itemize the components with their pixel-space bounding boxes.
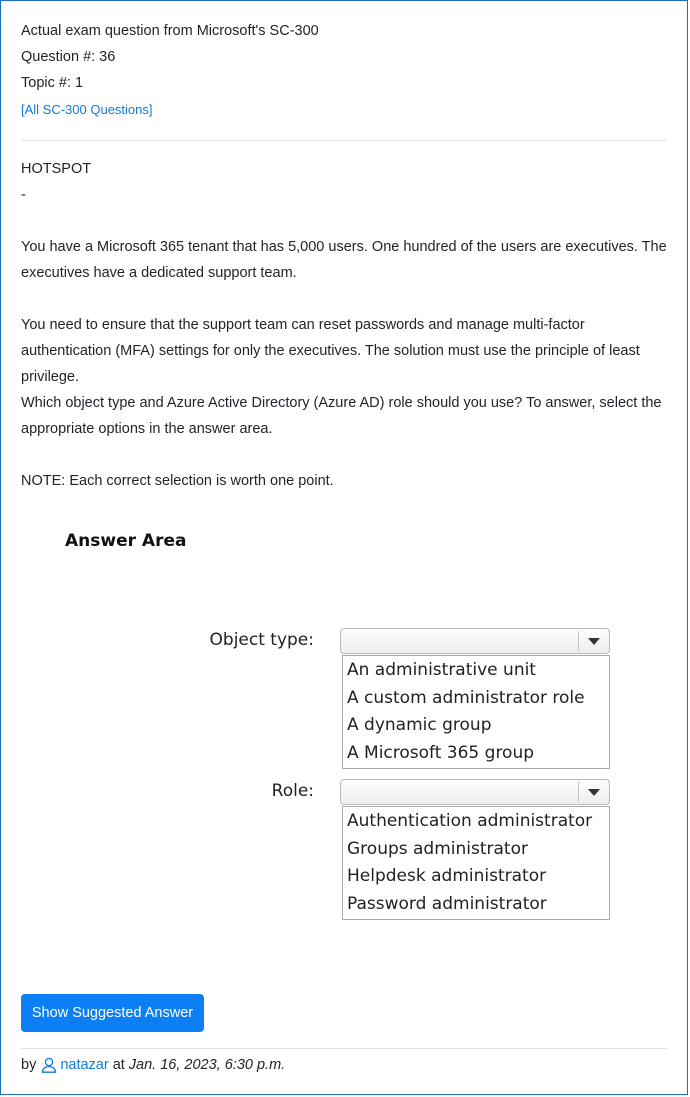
role-label: Role: — [271, 781, 314, 801]
exam-title: Actual exam question from Microsoft's SC… — [21, 23, 319, 39]
question-type: HOTSPOT — [21, 161, 92, 177]
username-link[interactable]: natazar — [60, 1057, 108, 1073]
question-paragraph: You have a Microsoft 365 tenant that has… — [21, 239, 667, 281]
show-suggested-answer-button[interactable]: Show Suggested Answer — [21, 994, 204, 1032]
role-options: Authentication administrator Groups admi… — [342, 806, 610, 920]
answer-area-title: Answer Area — [65, 531, 187, 551]
answer-area-image: Answer Area Object type: An administrati… — [21, 513, 671, 933]
user-icon — [42, 1057, 57, 1073]
question-number: Question #: 36 — [21, 49, 116, 65]
divider — [21, 1048, 667, 1049]
role-option[interactable]: Password administrator — [347, 891, 609, 919]
question-card: Actual exam question from Microsoft's SC… — [0, 0, 688, 1095]
object-type-label: Object type: — [209, 630, 314, 650]
dropdown-separator — [578, 782, 579, 802]
object-type-option[interactable]: A Microsoft 365 group — [347, 740, 609, 768]
question-note: NOTE: Each correct selection is worth on… — [21, 473, 334, 489]
object-type-option[interactable]: A custom administrator role — [347, 685, 609, 713]
role-dropdown[interactable] — [340, 779, 610, 805]
dropdown-separator — [578, 631, 579, 651]
divider — [21, 140, 667, 141]
object-type-dropdown[interactable] — [340, 628, 610, 654]
chevron-down-icon — [588, 638, 600, 645]
all-questions-link[interactable]: [All SC-300 Questions] — [21, 102, 153, 117]
role-option[interactable]: Authentication administrator — [347, 808, 609, 836]
object-type-options: An administrative unit A custom administ… — [342, 655, 610, 769]
role-option[interactable]: Helpdesk administrator — [347, 863, 609, 891]
byline: by natazar at Jan. 16, 2023, 6:30 p.m. — [21, 1057, 285, 1073]
question-paragraph: Which object type and Azure Active Direc… — [21, 395, 662, 437]
object-type-option[interactable]: An administrative unit — [347, 657, 609, 685]
question-paragraph: You need to ensure that the support team… — [21, 317, 640, 385]
chevron-down-icon — [588, 789, 600, 796]
object-type-option[interactable]: A dynamic group — [347, 712, 609, 740]
question-dash: - — [21, 187, 26, 203]
post-date: Jan. 16, 2023, 6:30 p.m. — [128, 1057, 286, 1073]
role-option[interactable]: Groups administrator — [347, 836, 609, 864]
by-label: by — [21, 1057, 37, 1073]
topic-number: Topic #: 1 — [21, 75, 84, 91]
at-label: at — [112, 1057, 125, 1073]
